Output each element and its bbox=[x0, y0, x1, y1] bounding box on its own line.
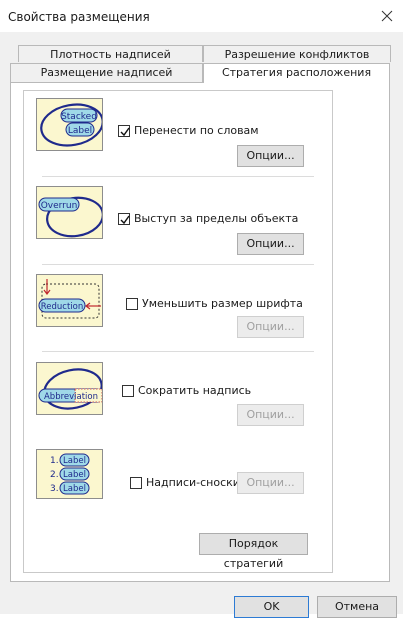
reduction-options-button[interactable]: Опции... bbox=[237, 316, 304, 338]
separator bbox=[42, 176, 314, 177]
abbreviation-options-button[interactable]: Опции... bbox=[237, 404, 304, 426]
window-title: Свойства размещения bbox=[8, 10, 150, 24]
numbering-label: Надписи-сноски bbox=[146, 476, 240, 489]
strategy-order-button[interactable]: Порядок стратегий bbox=[199, 533, 308, 570]
svg-text:3.: 3. bbox=[50, 484, 59, 494]
svg-text:Label: Label bbox=[63, 484, 86, 494]
numbering-illustration: 1. Label 2. Label 3. Label bbox=[36, 449, 103, 499]
svg-text:1.: 1. bbox=[50, 456, 59, 466]
close-icon bbox=[381, 10, 393, 22]
svg-text:Reduction: Reduction bbox=[41, 302, 84, 312]
close-button[interactable] bbox=[377, 6, 397, 26]
overrun-checkbox-row[interactable]: Выступ за пределы объекта bbox=[118, 212, 298, 225]
tab-fitting-strategy[interactable]: Стратегия расположения bbox=[203, 63, 390, 83]
cancel-button[interactable]: Отмена bbox=[317, 596, 397, 618]
numbering-checkbox[interactable] bbox=[130, 476, 142, 489]
abbreviation-illustration: Abbreviation bbox=[36, 362, 103, 415]
separator bbox=[42, 351, 314, 352]
overrun-label-icon: Overrun bbox=[38, 196, 102, 238]
reduction-checkbox[interactable] bbox=[126, 297, 138, 310]
tab-label-density[interactable]: Плотность надписей bbox=[18, 45, 203, 62]
svg-text:Label: Label bbox=[63, 456, 86, 466]
svg-text:Abbreviation: Abbreviation bbox=[44, 392, 98, 402]
numbering-checkbox-row[interactable]: Надписи-сноски bbox=[130, 476, 240, 489]
svg-text:Stacked: Stacked bbox=[61, 112, 97, 122]
overrun-label: Выступ за пределы объекта bbox=[134, 212, 299, 225]
svg-text:Overrun: Overrun bbox=[41, 201, 78, 211]
stacked-checkbox-row[interactable]: Перенести по словам bbox=[118, 124, 259, 137]
reduction-checkbox-row[interactable]: Уменьшить размер шрифта bbox=[126, 297, 303, 310]
stacked-label: Перенести по словам bbox=[134, 124, 259, 137]
separator bbox=[42, 264, 314, 265]
title-bar: Свойства размещения bbox=[0, 0, 403, 32]
overrun-options-button[interactable]: Опции... bbox=[237, 233, 304, 255]
reduction-label: Уменьшить размер шрифта bbox=[142, 297, 303, 310]
svg-text:Label: Label bbox=[68, 126, 92, 136]
abbreviation-checkbox-row[interactable]: Сократить надпись bbox=[122, 384, 251, 397]
numbering-options-button[interactable]: Опции... bbox=[237, 472, 304, 494]
tab-conflict-resolution[interactable]: Разрешение конфликтов bbox=[203, 45, 391, 62]
svg-text:2.: 2. bbox=[50, 470, 59, 480]
tab-label-placement[interactable]: Размещение надписей bbox=[10, 63, 203, 82]
stacked-checkbox[interactable] bbox=[118, 124, 130, 137]
stacked-label-icon: Stacked Label bbox=[40, 103, 102, 147]
reduction-illustration: Reduction bbox=[36, 274, 103, 327]
abbreviation-checkbox[interactable] bbox=[122, 384, 134, 397]
checkmark-icon bbox=[120, 215, 130, 224]
stacked-options-button[interactable]: Опции... bbox=[237, 145, 304, 167]
overrun-illustration: Overrun bbox=[36, 186, 103, 239]
ok-button[interactable]: OK bbox=[234, 596, 309, 618]
overrun-checkbox[interactable] bbox=[118, 212, 130, 225]
abbreviation-icon: Abbreviation bbox=[38, 368, 102, 410]
font-reduction-icon: Reduction bbox=[38, 279, 101, 319]
numbered-labels-icon: 1. Label 2. Label 3. Label bbox=[50, 453, 90, 495]
svg-text:Label: Label bbox=[63, 470, 86, 480]
abbreviation-label: Сократить надпись bbox=[138, 384, 252, 397]
checkmark-icon bbox=[120, 127, 130, 136]
stacked-illustration: Stacked Label bbox=[36, 98, 103, 151]
